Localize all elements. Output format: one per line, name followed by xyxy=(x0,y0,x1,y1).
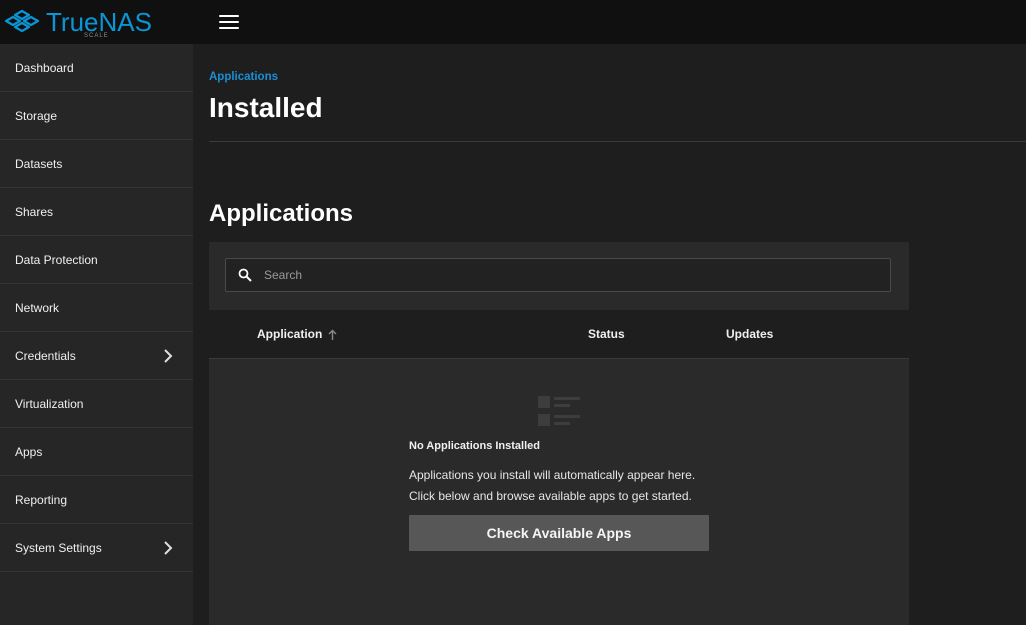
sidebar-item-apps[interactable]: Apps xyxy=(0,428,193,476)
brand-edition: SCALE xyxy=(84,33,109,39)
column-header-application[interactable]: Application xyxy=(257,327,337,341)
breadcrumb[interactable]: Applications xyxy=(209,71,278,83)
column-header-status[interactable]: Status xyxy=(588,327,625,341)
table-header: Application Status Updates xyxy=(209,310,909,359)
truenas-logo-icon xyxy=(4,9,40,33)
sidebar-item-data-protection[interactable]: Data Protection xyxy=(0,236,193,284)
search-input[interactable] xyxy=(262,259,890,291)
sidebar-item-label: Dashboard xyxy=(15,60,74,75)
chevron-right-icon xyxy=(164,540,173,555)
sidebar-item-label: System Settings xyxy=(15,540,102,555)
chevron-right-icon xyxy=(164,348,173,363)
sidebar-item-reporting[interactable]: Reporting xyxy=(0,476,193,524)
column-header-label: Status xyxy=(588,327,625,341)
sidebar-item-label: Storage xyxy=(15,108,58,123)
list-placeholder-icon xyxy=(538,396,580,426)
sidebar-item-virtualization[interactable]: Virtualization xyxy=(0,380,193,428)
sidebar-item-label: Virtualization xyxy=(15,396,84,411)
sidebar-item-credentials[interactable]: Credentials xyxy=(0,332,193,380)
sidebar-item-label: Shares xyxy=(15,204,54,219)
sidebar-item-network[interactable]: Network xyxy=(0,284,193,332)
sidebar: Dashboard Storage Datasets Shares Data P… xyxy=(0,44,193,625)
sidebar-item-label: Apps xyxy=(15,444,43,459)
sidebar-item-label: Data Protection xyxy=(15,252,98,267)
truenas-logo[interactable]: TrueNAS SCALE xyxy=(0,0,193,44)
brand-name: TrueNAS xyxy=(46,7,152,37)
page-title: Installed xyxy=(209,92,323,123)
column-header-label: Updates xyxy=(726,327,774,341)
sidebar-item-system-settings[interactable]: System Settings xyxy=(0,524,193,572)
section-title: Applications xyxy=(209,200,354,227)
hamburger-menu-icon[interactable] xyxy=(219,15,239,29)
check-available-apps-button[interactable]: Check Available Apps xyxy=(409,515,709,551)
main-content: Applications Installed Applications Appl… xyxy=(193,44,1026,625)
sidebar-item-label: Network xyxy=(15,300,60,315)
sidebar-item-shares[interactable]: Shares xyxy=(0,188,193,236)
applications-card: Application Status Updates No Ap xyxy=(209,242,909,625)
sidebar-item-label: Datasets xyxy=(15,156,63,171)
column-header-label: Application xyxy=(257,327,323,341)
sidebar-item-dashboard[interactable]: Dashboard xyxy=(0,44,193,92)
sidebar-item-label: Credentials xyxy=(15,348,76,363)
search-box[interactable] xyxy=(225,258,891,292)
empty-state-description: Applications you install will automatica… xyxy=(409,468,696,482)
empty-state-hint: Click below and browse available apps to… xyxy=(409,489,692,503)
empty-state-title: No Applications Installed xyxy=(409,440,540,452)
search-icon xyxy=(238,268,252,282)
sidebar-item-storage[interactable]: Storage xyxy=(0,92,193,140)
sidebar-item-datasets[interactable]: Datasets xyxy=(0,140,193,188)
top-bar: TrueNAS SCALE xyxy=(0,0,1026,44)
sidebar-item-label: Reporting xyxy=(15,492,68,507)
header-divider xyxy=(209,141,1026,142)
sort-ascending-icon xyxy=(328,329,337,340)
column-header-updates[interactable]: Updates xyxy=(726,327,773,341)
